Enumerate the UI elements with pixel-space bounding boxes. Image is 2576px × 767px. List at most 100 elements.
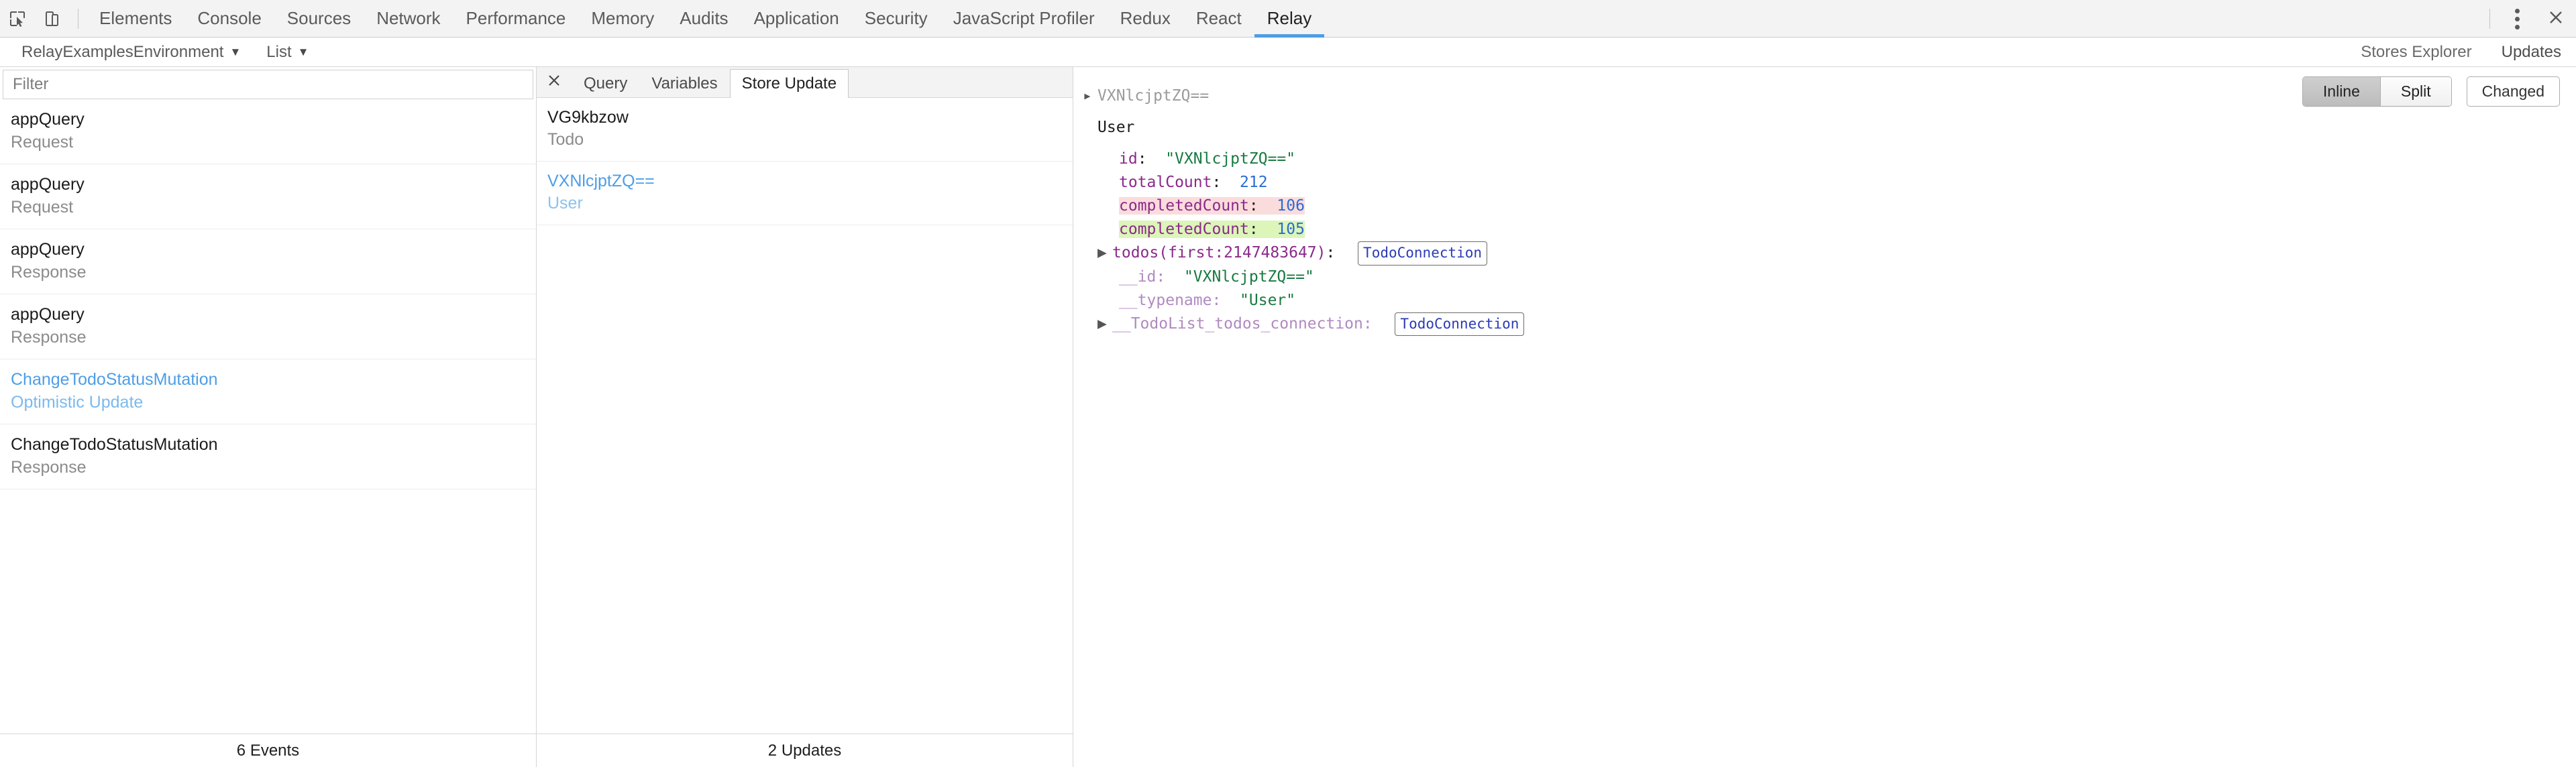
view-mode-inline-button[interactable]: Inline [2302, 77, 2381, 106]
devtools-tab-performance[interactable]: Performance [453, 0, 579, 38]
update-row[interactable]: VG9kbzow Todo [537, 98, 1073, 162]
field-row-id: id: "VXNlcjptZQ==" [1073, 148, 2576, 171]
event-row[interactable]: ChangeTodoStatusMutation Response [0, 424, 536, 489]
event-row[interactable]: appQuery Response [0, 294, 536, 359]
field-row-completedcount-added: completedCount: 105 [1073, 218, 2576, 241]
field-key: completedCount [1119, 196, 1249, 215]
field-value: 106 [1277, 196, 1305, 215]
tab-label: Console [197, 8, 262, 28]
field-row-__typename: __typename: "User" [1073, 289, 2576, 312]
tab-stores-explorer[interactable]: Stores Explorer [2346, 38, 2486, 67]
event-list: appQuery Request appQuery Request appQue… [0, 99, 536, 733]
tab-label: Stores Explorer [2361, 43, 2472, 61]
tab-label: Sources [286, 8, 352, 28]
tab-variables[interactable]: Variables [639, 69, 729, 97]
update-list: VG9kbzow Todo VXNlcjptZQ== User [537, 98, 1073, 733]
event-title: ChangeTodoStatusMutation [11, 435, 218, 454]
tab-store-update[interactable]: Store Update [729, 69, 849, 98]
chevron-down-icon: ▼ [297, 46, 309, 58]
more-options-button[interactable] [2498, 0, 2536, 38]
tab-label: Network [376, 8, 441, 28]
tab-label: Audits [680, 8, 729, 28]
diff-added-highlight: completedCount: 105 [1119, 220, 1305, 238]
view-mode-segmented-control: Inline Split [2302, 76, 2452, 107]
update-record-type: User [547, 194, 583, 213]
view-select[interactable]: List ▼ [260, 43, 315, 62]
arrow-placeholder: ▸ [1083, 116, 1097, 139]
type-chip: TodoConnection [1395, 312, 1525, 337]
record-diff-tree: ▸VXNlcjptZQ== ▸User id: "VXNlcjptZQ==" t… [1073, 67, 2576, 767]
updates-count: 2 Updates [767, 741, 842, 760]
devtools-tab-relay[interactable]: Relay [1254, 0, 1325, 38]
field-row-completedcount-removed: completedCount: 106 [1073, 194, 2576, 218]
tab-label: Memory [591, 8, 655, 28]
event-row[interactable]: appQuery Request [0, 99, 536, 164]
relay-toolbar: RelayExamplesEnvironment ▼ List ▼ Stores… [0, 38, 2576, 67]
filter-input[interactable] [3, 70, 533, 99]
toolbar-right-controls [2481, 0, 2576, 38]
record-id: VXNlcjptZQ== [1097, 87, 1210, 105]
devtools-tab-application[interactable]: Application [741, 0, 852, 38]
relay-view-tabs: Stores Explorer Updates [2346, 38, 2576, 67]
field-key: __typename [1119, 291, 1212, 309]
field-key: totalCount [1119, 173, 1212, 191]
environment-select[interactable]: RelayExamplesEnvironment ▼ [15, 43, 248, 62]
event-subtitle: Response [11, 458, 87, 477]
field-row-todos[interactable]: ▶ todos(first:2147483647): TodoConnection [1073, 241, 2576, 266]
event-row[interactable]: appQuery Response [0, 229, 536, 294]
devtools-tab-elements[interactable]: Elements [87, 0, 184, 38]
close-devtools-button[interactable] [2536, 0, 2576, 38]
tab-label: React [1195, 8, 1242, 28]
event-title: ChangeTodoStatusMutation [11, 370, 218, 389]
field-value: "User" [1240, 291, 1296, 309]
close-icon [547, 73, 561, 91]
tab-label: Variables [651, 74, 718, 93]
event-title: appQuery [11, 110, 85, 129]
tab-updates[interactable]: Updates [2487, 38, 2576, 67]
field-row-totalcount: totalCount: 212 [1073, 171, 2576, 194]
expand-arrow-icon[interactable]: ▸ [1083, 84, 1097, 108]
event-row-selected[interactable]: ChangeTodoStatusMutation Optimistic Upda… [0, 359, 536, 424]
diff-removed-highlight: completedCount: 106 [1119, 196, 1305, 215]
tab-query[interactable]: Query [572, 69, 639, 97]
devtools-tab-react[interactable]: React [1183, 0, 1254, 38]
devtools-tab-network[interactable]: Network [364, 0, 453, 38]
expand-arrow-icon[interactable]: ▶ [1097, 241, 1112, 265]
events-count: 6 Events [236, 741, 300, 760]
devtools-tab-sources[interactable]: Sources [274, 0, 364, 38]
tab-label: JavaScript Profiler [953, 8, 1095, 28]
devtools-tab-javascript-profiler[interactable]: JavaScript Profiler [941, 0, 1108, 38]
events-panel: appQuery Request appQuery Request appQue… [0, 67, 537, 767]
field-value: 212 [1240, 173, 1268, 191]
changed-filter-button[interactable]: Changed [2466, 76, 2560, 107]
event-subtitle: Request [11, 133, 74, 152]
devtools-tab-console[interactable]: Console [184, 0, 274, 38]
filter-wrapper [0, 67, 536, 99]
event-subtitle: Request [11, 198, 74, 217]
update-row-selected[interactable]: VXNlcjptZQ== User [537, 162, 1073, 225]
devtools-tab-redux[interactable]: Redux [1108, 0, 1183, 38]
button-label: Inline [2322, 82, 2360, 100]
field-key: __TodoList_todos_connection [1112, 314, 1363, 333]
tab-label: Redux [1120, 8, 1171, 28]
event-row[interactable]: appQuery Request [0, 164, 536, 229]
field-value: "VXNlcjptZQ==" [1183, 268, 1314, 286]
more-options-icon [2514, 7, 2520, 31]
events-footer: 6 Events [0, 733, 536, 767]
devtools-tab-audits[interactable]: Audits [667, 0, 741, 38]
view-mode-split-button[interactable]: Split [2380, 77, 2451, 106]
devtools-tab-memory[interactable]: Memory [578, 0, 667, 38]
record-type-row: ▸User [1073, 116, 2576, 139]
close-detail-button[interactable] [537, 67, 572, 97]
expand-arrow-icon[interactable]: ▶ [1097, 312, 1112, 336]
inspect-element-button[interactable] [0, 0, 35, 38]
tab-label: Updates [2501, 43, 2561, 61]
devtools-tab-security[interactable]: Security [852, 0, 941, 38]
tab-label: Relay [1267, 8, 1312, 28]
device-toolbar-button[interactable] [35, 0, 70, 38]
detail-controls: Inline Split Changed [2302, 76, 2560, 107]
field-key: __id [1119, 268, 1157, 286]
field-row-todolist-connection[interactable]: ▶ __TodoList_todos_connection: TodoConnec… [1073, 312, 2576, 337]
